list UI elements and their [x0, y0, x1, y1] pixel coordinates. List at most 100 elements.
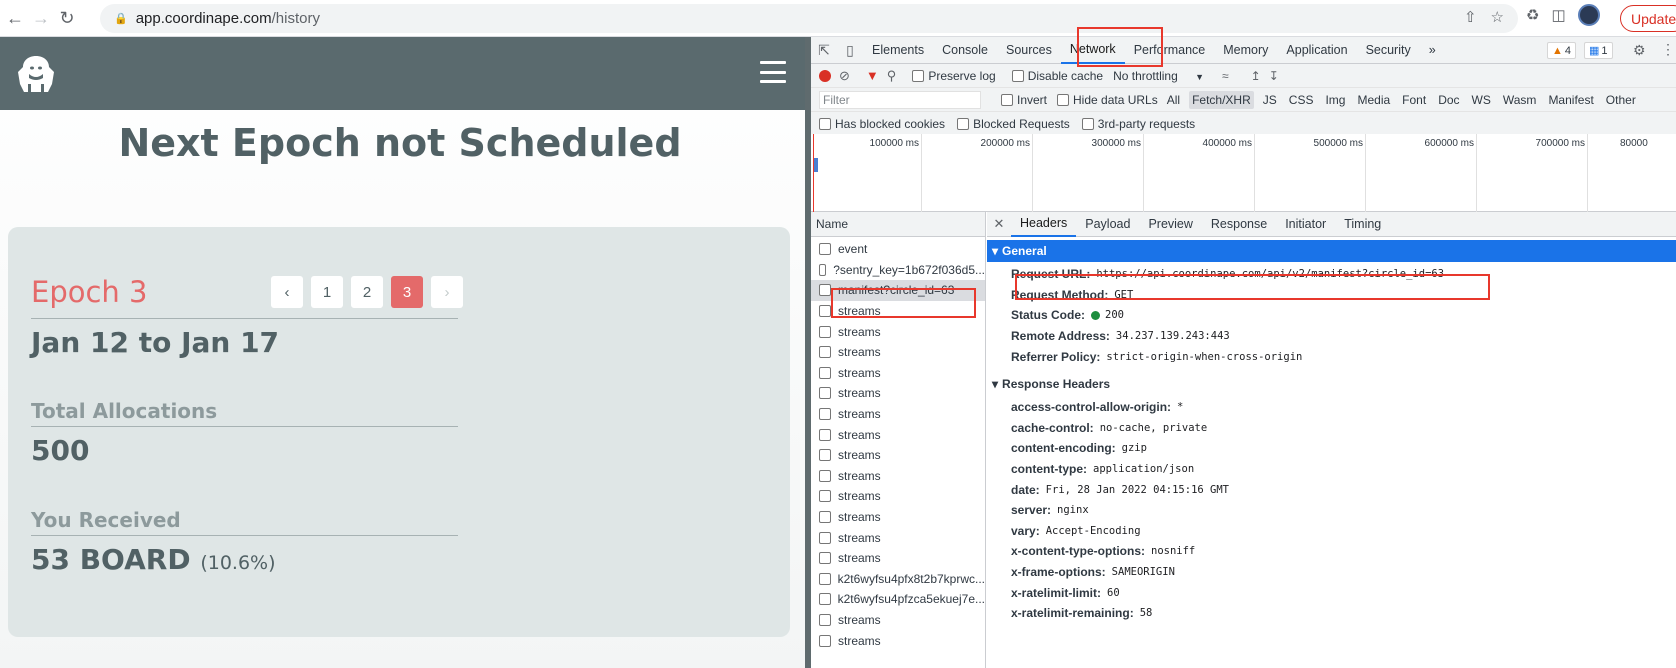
third-party-requests-checkbox[interactable]: 3rd-party requests	[1081, 117, 1195, 131]
detail-tab-timing[interactable]: Timing	[1335, 212, 1390, 237]
checkbox[interactable]	[1081, 117, 1094, 130]
menu-icon[interactable]	[760, 61, 786, 83]
request-row[interactable]: streams	[811, 610, 985, 631]
tab-console[interactable]: Console	[933, 37, 997, 64]
type-filter-img[interactable]: Img	[1322, 91, 1348, 109]
detail-tab-response[interactable]: Response	[1202, 212, 1276, 237]
type-filter-other[interactable]: Other	[1603, 91, 1639, 109]
tab-elements[interactable]: Elements	[863, 37, 933, 64]
record-icon[interactable]	[819, 69, 831, 82]
invert-checkbox[interactable]: Invert	[1001, 93, 1047, 107]
network-conditions-icon[interactable]: ≈	[1222, 69, 1229, 83]
tab-security[interactable]: Security	[1357, 37, 1420, 64]
type-filter-all[interactable]: All	[1164, 91, 1183, 109]
blocked-requests-checkbox[interactable]: Blocked Requests	[957, 117, 1070, 131]
request-row[interactable]: streams	[811, 445, 985, 466]
network-timeline[interactable]: 100000 ms 200000 ms 300000 ms 400000 ms …	[811, 134, 1676, 212]
filter-input[interactable]: Filter	[819, 90, 981, 109]
request-row[interactable]: streams	[811, 363, 985, 384]
request-row[interactable]: ?sentry_key=1b672f036d5...	[811, 260, 985, 281]
request-row[interactable]: streams	[811, 466, 985, 487]
detail-tab-headers[interactable]: Headers	[1011, 212, 1077, 237]
kebab-menu-icon[interactable]: ⋮	[1661, 41, 1675, 58]
close-icon[interactable]: ✕	[987, 216, 1011, 232]
type-filter-doc[interactable]: Doc	[1435, 91, 1462, 109]
tab-network[interactable]: Network	[1060, 37, 1125, 64]
address-bar[interactable]: 🔒 app.coordinape.com/history ⇧ ☆	[100, 4, 1518, 33]
filter-icon[interactable]: ▼	[866, 68, 879, 83]
request-row[interactable]: streams	[811, 383, 985, 404]
name-column-header[interactable]: Name	[811, 212, 985, 237]
request-row[interactable]: streams	[811, 321, 985, 342]
detail-tab-preview[interactable]: Preview	[1139, 212, 1201, 237]
type-filter-manifest[interactable]: Manifest	[1545, 91, 1596, 109]
pager-page-3[interactable]: 3	[391, 276, 423, 308]
checkbox[interactable]	[819, 117, 831, 130]
tab-sources[interactable]: Sources	[997, 37, 1061, 64]
pager-page-1[interactable]: 1	[311, 276, 343, 308]
issues-badge[interactable]: ▦ 1	[1584, 42, 1613, 59]
pager-page-2[interactable]: 2	[351, 276, 383, 308]
inspect-element-icon[interactable]: ⇱	[811, 42, 837, 59]
device-toolbar-icon[interactable]: ▯	[837, 42, 863, 59]
request-row[interactable]: streams	[811, 486, 985, 507]
request-row[interactable]: streams	[811, 424, 985, 445]
back-icon[interactable]: ←	[4, 7, 26, 29]
type-filter-wasm[interactable]: Wasm	[1500, 91, 1540, 109]
has-blocked-cookies-checkbox[interactable]: Has blocked cookies	[819, 117, 945, 131]
disable-cache-checkbox[interactable]: Disable cache	[1011, 69, 1103, 83]
pager-next-button[interactable]: ›	[431, 276, 463, 308]
hide-data-urls-checkbox[interactable]: Hide data URLs	[1057, 93, 1158, 107]
warnings-badge[interactable]: ▲ 4	[1547, 42, 1577, 59]
pager-prev-button[interactable]: ‹	[271, 276, 303, 308]
request-row[interactable]: manifest?circle_id=63	[811, 280, 985, 301]
type-filter-ws[interactable]: WS	[1469, 91, 1494, 109]
request-row[interactable]: event	[811, 239, 985, 260]
clear-icon[interactable]: ⊘	[839, 68, 850, 84]
request-row[interactable]: streams	[811, 527, 985, 548]
checkbox[interactable]	[1011, 69, 1024, 82]
preserve-log-checkbox[interactable]: Preserve log	[912, 69, 996, 83]
tab-memory[interactable]: Memory	[1214, 37, 1277, 64]
detail-tab-initiator[interactable]: Initiator	[1276, 212, 1335, 237]
detail-tab-payload[interactable]: Payload	[1076, 212, 1139, 237]
export-har-icon[interactable]: ↧	[1269, 69, 1279, 83]
request-row[interactable]: streams	[811, 404, 985, 425]
throttling-select[interactable]: No throttling ▼	[1113, 69, 1204, 83]
has-blocked-cookies-label: Has blocked cookies	[835, 116, 946, 131]
request-row[interactable]: streams	[811, 548, 985, 569]
checkbox[interactable]	[912, 69, 925, 82]
checkbox[interactable]	[957, 117, 970, 130]
checkbox[interactable]	[1057, 93, 1070, 106]
tab-performance[interactable]: Performance	[1125, 37, 1215, 64]
side-panel-icon[interactable]: ◫	[1551, 6, 1565, 24]
general-section-header[interactable]: ▾ General	[987, 240, 1676, 262]
request-row[interactable]: streams	[811, 507, 985, 528]
request-type-icon	[819, 593, 831, 606]
type-filter-font[interactable]: Font	[1399, 91, 1429, 109]
forward-icon[interactable]: →	[30, 7, 52, 29]
gorilla-logo-icon[interactable]	[14, 54, 58, 94]
profile-avatar[interactable]	[1577, 4, 1600, 26]
request-row[interactable]: streams	[811, 342, 985, 363]
checkbox[interactable]	[1001, 93, 1013, 106]
type-filter-fetch-xhr[interactable]: Fetch/XHR	[1189, 90, 1254, 109]
import-har-icon[interactable]: ↥	[1251, 69, 1261, 83]
more-tabs-icon[interactable]: »	[1420, 37, 1445, 64]
request-row[interactable]: k2t6wyfsu4pfzca5ekuej7e...	[811, 589, 985, 610]
request-row[interactable]: streams	[811, 301, 985, 322]
type-filter-css[interactable]: CSS	[1286, 91, 1317, 109]
type-filter-media[interactable]: Media	[1354, 91, 1393, 109]
response-headers-section-header[interactable]: ▾ Response Headers	[987, 373, 1676, 395]
tab-application[interactable]: Application	[1277, 37, 1356, 64]
update-button[interactable]: Update	[1620, 5, 1676, 32]
type-filter-js[interactable]: JS	[1260, 91, 1280, 109]
request-row[interactable]: k2t6wyfsu4pfx8t2b7kprwc...	[811, 569, 985, 590]
search-icon[interactable]: ⚲	[887, 68, 897, 84]
reload-icon[interactable]: ↻	[56, 7, 78, 29]
bookmark-star-icon[interactable]: ☆	[1491, 8, 1504, 26]
share-icon[interactable]: ⇧	[1464, 8, 1477, 26]
extensions-icon[interactable]: ♻	[1526, 6, 1539, 24]
request-row[interactable]: streams	[811, 630, 985, 651]
settings-gear-icon[interactable]: ⚙	[1633, 42, 1646, 59]
